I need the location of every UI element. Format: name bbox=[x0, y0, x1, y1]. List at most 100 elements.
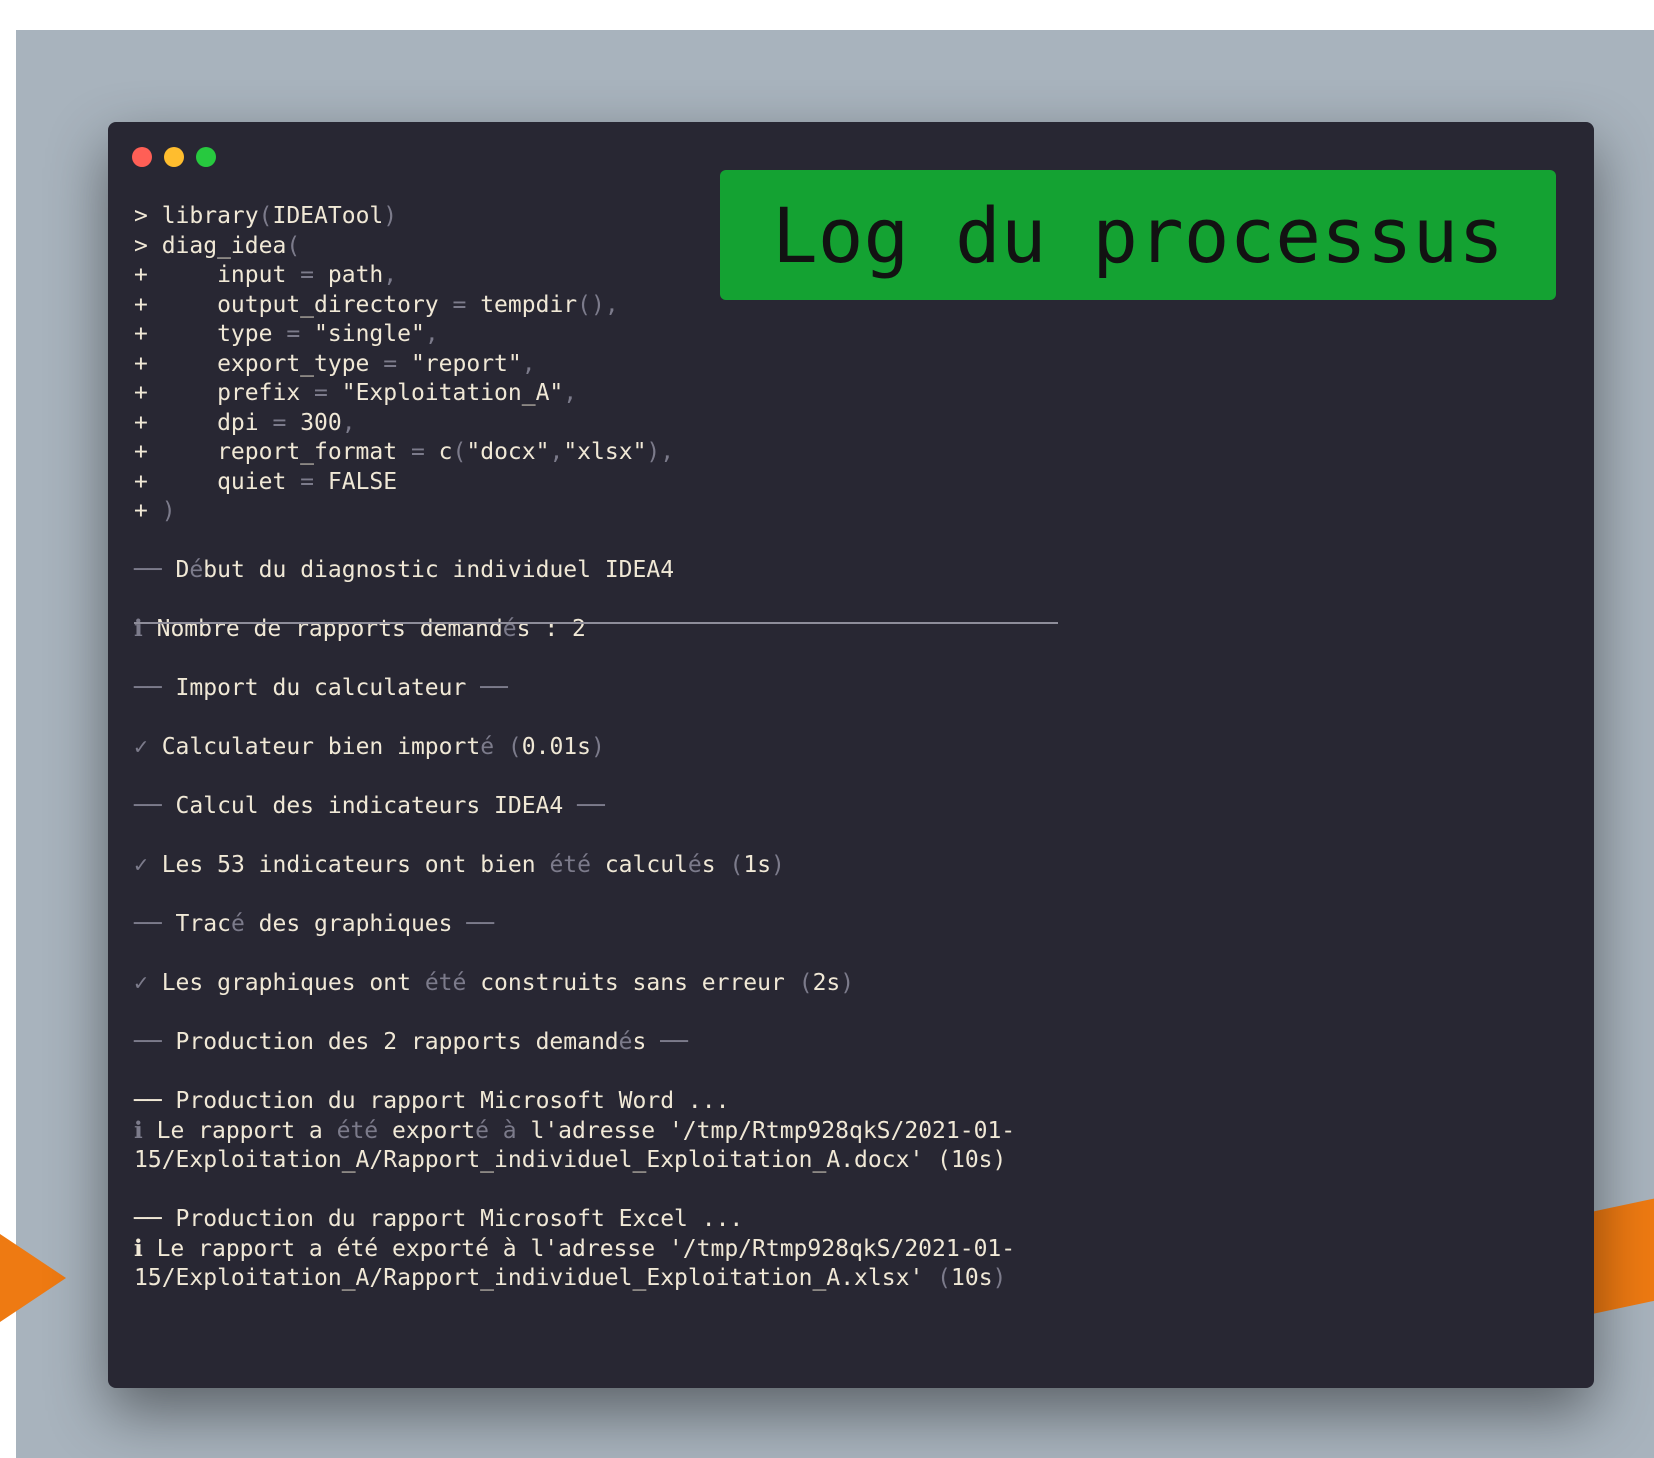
console-text: , bbox=[424, 321, 439, 347]
console-text: ( bbox=[258, 203, 273, 229]
console-text: Les graphiques ont bbox=[161, 970, 425, 996]
console-text: Calculateur bien import bbox=[161, 734, 481, 760]
console-text: = bbox=[300, 262, 315, 288]
console-text: é bbox=[618, 1029, 633, 1055]
terminal-window: Log du processus > library(IDEATool) > di… bbox=[108, 122, 1594, 1388]
console-text: été bbox=[336, 1117, 379, 1144]
title-banner: Log du processus bbox=[720, 170, 1556, 300]
section-divider bbox=[134, 622, 1058, 624]
console-text: ( bbox=[286, 232, 301, 259]
minimize-window-button[interactable] bbox=[164, 147, 184, 167]
console-line: + prefix = "Exploitation_A", bbox=[134, 378, 577, 409]
console-text: ( bbox=[937, 1265, 951, 1291]
console-line: ℹ Nombre de rapports demandés : 2 bbox=[134, 614, 586, 645]
console-text: > library bbox=[134, 203, 259, 229]
console-text: , bbox=[521, 350, 536, 377]
console-line: ── Production des 2 rapports demandés ── bbox=[134, 1027, 688, 1058]
zoom-window-button[interactable] bbox=[196, 147, 216, 167]
console-text: ), bbox=[646, 439, 675, 465]
console-text: s : 2 bbox=[516, 616, 586, 642]
console-text: Trac bbox=[175, 911, 231, 937]
console-text: = bbox=[300, 468, 315, 495]
console-text: ── bbox=[134, 911, 176, 937]
close-window-button[interactable] bbox=[132, 147, 152, 167]
console-text: + quiet bbox=[134, 468, 301, 495]
console-text: = bbox=[314, 380, 328, 406]
console-text: ) bbox=[992, 1265, 1007, 1291]
console-text: ── Production du rapport Microsoft Word … bbox=[134, 1088, 730, 1114]
console-text: > diag_idea bbox=[134, 232, 287, 259]
console-text: "report" bbox=[397, 350, 522, 377]
console-text: 2s bbox=[812, 970, 841, 996]
console-text: 0.01s bbox=[521, 734, 591, 760]
console-line: ℹ Le rapport a été exporté à l'adresse '… bbox=[134, 1116, 1015, 1147]
console-text: l'adresse '/tmp/Rtmp928qkS/2021-01- bbox=[516, 1117, 1016, 1144]
console-text: ── Production du rapport Microsoft Excel… bbox=[134, 1206, 744, 1232]
console-text: s bbox=[632, 1029, 647, 1055]
console-text: export bbox=[378, 1117, 476, 1144]
console-text: ── bbox=[466, 675, 508, 701]
console-text: ── bbox=[646, 1029, 688, 1055]
console-text: Les 53 indicateurs ont bien bbox=[161, 852, 550, 878]
console-text: ✓ bbox=[134, 734, 162, 760]
console-text: "docx" bbox=[466, 439, 550, 465]
console-text: Production des 2 rapports demand bbox=[175, 1029, 619, 1055]
console-text: , bbox=[563, 380, 578, 406]
console-line: ── Début du diagnostic individuel IDEA4 bbox=[134, 555, 674, 586]
console-text: but du diagnostic individuel IDEA4 bbox=[203, 557, 675, 583]
console-text: + export_type bbox=[134, 350, 384, 377]
console-line: ── Import du calculateur ── bbox=[134, 673, 508, 704]
console-line: + ) bbox=[134, 496, 176, 527]
console-text: , bbox=[341, 409, 356, 436]
console-line: ── Calcul des indicateurs IDEA4 ── bbox=[134, 791, 605, 822]
console-text: ℹ bbox=[134, 1117, 157, 1144]
console-text: 1s bbox=[743, 852, 772, 878]
console-line: > diag_idea( bbox=[134, 231, 300, 262]
console-text: "single" bbox=[300, 321, 425, 347]
console-text: construits sans erreur bbox=[466, 970, 799, 996]
console-text: = bbox=[383, 350, 398, 377]
console-text: tempdir bbox=[466, 291, 578, 318]
console-text: été bbox=[549, 852, 591, 878]
console-text: ℹ bbox=[134, 616, 157, 642]
console-text: path bbox=[314, 262, 384, 288]
console-text: ── bbox=[563, 793, 605, 819]
console-text: ( bbox=[798, 970, 813, 996]
console-text: é bbox=[502, 616, 517, 642]
console-text: ── bbox=[452, 911, 495, 937]
console-text: , bbox=[549, 439, 564, 465]
console-text: + type bbox=[134, 321, 287, 347]
console-text: IDEATool bbox=[272, 203, 384, 229]
banner-title: Log du processus bbox=[771, 190, 1505, 280]
console-text: Calcul des indicateurs IDEA4 bbox=[175, 793, 564, 819]
console-text: = bbox=[452, 291, 467, 318]
console-text: + prefix bbox=[134, 380, 315, 406]
console-text: 300 bbox=[286, 409, 342, 436]
console-text: "xlsx" bbox=[563, 439, 647, 465]
console-text: c bbox=[424, 439, 453, 465]
console-text: ( bbox=[452, 439, 467, 465]
console-text: ℹ Le rapport a été exporté à l'adresse '… bbox=[134, 1235, 1016, 1262]
console-line: + type = "single", bbox=[134, 319, 439, 350]
console-text: (), bbox=[577, 291, 619, 318]
console-text: Nombre de rapports demand bbox=[156, 616, 503, 642]
console-text: + dpi bbox=[134, 409, 273, 436]
console-text: "Exploitation_A" bbox=[327, 380, 564, 406]
console-line: + export_type = "report", bbox=[134, 349, 536, 380]
console-text: + report_format bbox=[134, 439, 411, 465]
console-text: + input bbox=[134, 262, 301, 288]
console-text: ) bbox=[840, 970, 855, 996]
console-text: ✓ bbox=[134, 970, 162, 996]
console-text: + bbox=[134, 498, 162, 524]
console-text: ) bbox=[591, 734, 605, 760]
console-text: ) bbox=[771, 852, 785, 878]
console-text: é bbox=[687, 852, 702, 878]
console-line: ── Tracé des graphiques ── bbox=[134, 909, 494, 940]
console-text: ── bbox=[134, 1029, 176, 1055]
console-line: ✓ Calculateur bien importé (0.01s) bbox=[134, 732, 605, 763]
console-text: é bbox=[189, 557, 204, 583]
console-text: ) bbox=[161, 498, 176, 524]
console-text: des graphiques bbox=[244, 911, 453, 937]
console-text: 10s bbox=[951, 1265, 993, 1291]
console-text: 15/Exploitation_A/Rapport_individuel_Exp… bbox=[134, 1147, 1007, 1173]
